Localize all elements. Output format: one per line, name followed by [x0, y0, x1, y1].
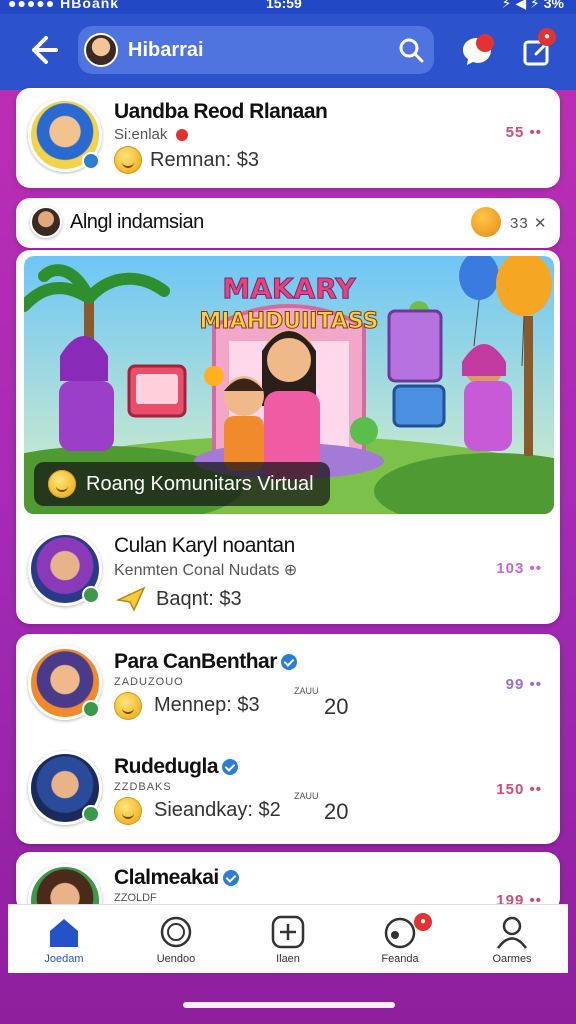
search-bar[interactable]: Hibarrai — [78, 26, 434, 74]
verified-check-icon — [222, 870, 239, 887]
notification-badge: ● — [414, 913, 432, 931]
verified-badge-icon — [82, 586, 100, 604]
item-title: Alngl indamsian — [70, 211, 204, 233]
small-label: ZAUU — [294, 791, 319, 801]
item-subtitle: Kenmten Conal Nudats ⊕ — [114, 562, 298, 579]
status-bar: ●●●●● HBoank 15:59 ⚡ ◀ ⚡ 3% — [0, 0, 576, 14]
profile-icon — [496, 916, 528, 949]
coin-icon — [48, 470, 76, 498]
item-subtitle: ZZDBAKS — [114, 781, 172, 793]
nav-label: Feanda — [381, 953, 419, 965]
item-title: Para CanBenthar — [114, 650, 297, 674]
nav-item-coins[interactable]: Uendoo — [120, 905, 232, 973]
item-subtitle: ZADUZOUO — [114, 676, 184, 688]
title-text: Clalmeakai — [114, 866, 219, 889]
svg-text:MAKARY: MAKARY — [222, 272, 356, 305]
count-label: 20 — [324, 694, 349, 719]
back-arrow-icon[interactable] — [26, 34, 58, 66]
bottom-navigation: Joedam Uendoo Ilaen ● Feanda Oarmes — [8, 904, 568, 973]
nav-label: Ilaen — [276, 953, 300, 965]
banner-caption: Roang Komunitars Virtual — [34, 462, 330, 506]
nav-label: Uendoo — [156, 953, 196, 965]
coin-icon — [160, 916, 192, 948]
verified-check-icon — [280, 654, 297, 671]
item-count: 150 •• — [496, 781, 542, 798]
coin-icon — [114, 692, 142, 720]
nav-label: Joedam — [44, 953, 84, 965]
nav-item-create[interactable]: Ilaen — [232, 905, 344, 973]
send-icon — [116, 586, 146, 612]
search-icon[interactable] — [398, 37, 424, 63]
alert-icon — [175, 129, 188, 142]
nav-label: Oarmes — [492, 953, 532, 965]
list-item[interactable]: Clalmeakai ZZOLDF 199 •• — [16, 852, 560, 912]
price-label: Sieandkay: $2 — [154, 799, 281, 821]
avatar — [30, 206, 62, 238]
item-title: Uandba Reod Rlanaan — [114, 100, 328, 123]
list-item[interactable]: Rudedugla ZZDBAKS Sieandkay: $2 ZAUU 20 … — [16, 739, 560, 844]
verified-badge-icon — [82, 700, 100, 718]
item-subtitle: ZZOLDF — [114, 892, 157, 904]
coin-icon — [114, 146, 142, 174]
title-text: Para CanBenthar — [114, 650, 277, 673]
banner-caption-text: Roang Komunitars Virtual — [86, 473, 314, 495]
home-indicator[interactable] — [183, 1002, 395, 1008]
item-subtitle: Si:enlak — [114, 126, 188, 143]
list-item[interactable]: Uandba Reod Rlanaan Si:enlak Remnan: $3 … — [16, 88, 560, 188]
item-count: 99 •• — [505, 676, 542, 693]
compose-badge: ● — [538, 28, 556, 46]
add-icon — [271, 915, 305, 949]
top-bar: Hibarrai ● — [0, 14, 576, 90]
verified-check-icon — [222, 759, 238, 776]
item-count: 33 ✕ — [510, 215, 548, 232]
compose-button[interactable]: ● — [522, 28, 556, 68]
title-text: Rudedugla — [114, 755, 219, 778]
nav-item-notifications[interactable]: ● Feanda — [344, 905, 456, 973]
list-item[interactable]: Alngl indamsian 33 ✕ — [16, 198, 560, 248]
battery-status: ⚡ ◀ ⚡ 3% — [501, 0, 564, 11]
avatar — [84, 33, 118, 67]
price-label: Remnan: $3 — [150, 149, 259, 171]
item-count: 103 •• — [496, 560, 542, 577]
list-item[interactable]: Para CanBenthar ZADUZOUO Mennep: $3 ZAUU… — [16, 634, 560, 739]
list-group: Para CanBenthar ZADUZOUO Mennep: $3 ZAUU… — [16, 634, 560, 844]
item-count: 55 •• — [505, 124, 542, 141]
messenger-button[interactable] — [460, 34, 494, 68]
nav-item-profile[interactable]: Oarmes — [456, 905, 568, 973]
price-label: Baqnt: $3 — [156, 588, 242, 610]
item-title: Culan Karyl noantan — [114, 534, 295, 557]
chat-badge — [476, 34, 494, 52]
item-title: Rudedugla — [114, 755, 238, 779]
emoji-icon — [471, 207, 501, 237]
carrier-signal: ●●●●● HBoank — [8, 0, 120, 11]
search-input[interactable]: Hibarrai — [128, 39, 204, 62]
home-icon — [50, 919, 78, 947]
nav-item-home[interactable]: Joedam — [8, 905, 120, 973]
clock: 15:59 — [266, 0, 302, 11]
item-title: Clalmeakai — [114, 866, 239, 890]
small-label: ZAUU — [294, 686, 319, 696]
count-label: 20 — [324, 799, 349, 824]
verified-badge-icon — [82, 152, 100, 170]
featured-card[interactable]: MAKARY MIAHDUIITASS Roang Komunitars Vir… — [16, 250, 560, 624]
banner-image[interactable]: MAKARY MIAHDUIITASS Roang Komunitars Vir… — [24, 256, 554, 514]
coin-icon — [114, 797, 142, 825]
subtitle-text: Si:enlak — [114, 126, 168, 143]
price-label: Mennep: $3 — [154, 694, 260, 716]
verified-badge-icon — [82, 805, 100, 823]
